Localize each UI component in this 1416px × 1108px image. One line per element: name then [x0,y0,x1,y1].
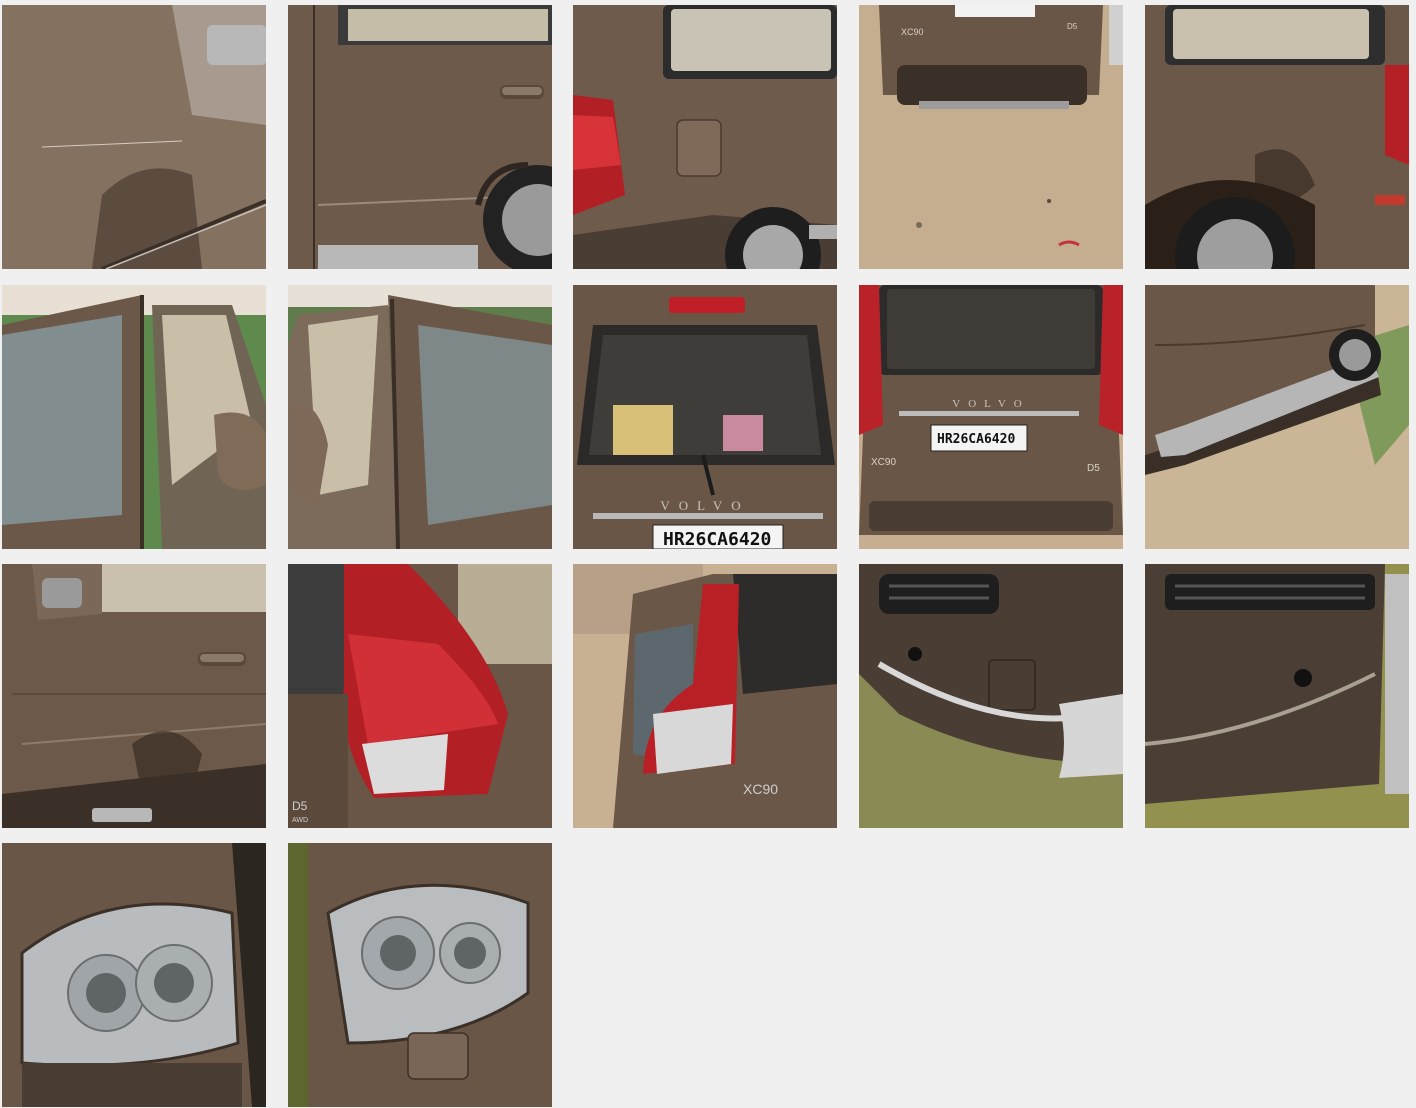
photo-tile-14[interactable] [859,564,1123,828]
tailgate-full-photo: VOLVO HR26CA6420 XC90 D5 [859,285,1123,549]
photo-tile-17[interactable] [288,843,552,1107]
photo-gallery: XC90 D5 VOLVO HR26CA6420 VOLVO HR26CA642… [0,0,1416,1108]
brand-badge-2: VOLVO [952,398,1030,410]
brand-badge: VOLVO [660,498,749,513]
drive-badge: AWD [292,817,308,824]
front-door-panel-photo [2,564,266,828]
photo-tile-7[interactable] [288,285,552,549]
driver-door-mirror-photo [2,285,266,549]
passenger-door-mirror-photo [288,285,552,549]
headlight-right-photo [288,843,552,1107]
model-badge-2: XC90 [743,781,778,797]
photo-tile-11[interactable] [2,564,266,828]
photo-tile-6[interactable] [2,285,266,549]
taillight-badge-photo: D5 AWD [288,564,552,828]
rear-corner-model-badge-photo: XC90 [573,564,837,828]
rear-window-plate-photo: VOLVO HR26CA6420 [573,285,837,549]
photo-tile-13[interactable]: XC90 [573,564,837,828]
side-step-photo [1145,285,1409,549]
svg-text:XC90: XC90 [901,27,924,37]
svg-text:D5: D5 [1067,22,1078,31]
photo-tile-8[interactable]: VOLVO HR26CA6420 [573,285,837,549]
photo-tile-9[interactable]: VOLVO HR26CA6420 XC90 D5 [859,285,1123,549]
front-bumper-left-photo [859,564,1123,828]
door-panel-scratch-photo [2,5,266,269]
photo-tile-15[interactable] [1145,564,1409,828]
engine-badge-2: D5 [292,799,308,813]
photo-tile-10[interactable] [1145,285,1409,549]
photo-tile-5[interactable] [1145,5,1409,269]
license-plate-text: HR26CA6420 [663,529,771,549]
fuel-cap-and-taillight-photo [573,5,837,269]
rear-bumper-ground-photo: XC90 D5 [859,5,1123,269]
photo-tile-16[interactable] [2,843,266,1107]
rear-door-handle-photo [288,5,552,269]
front-bumper-right-photo [1145,564,1409,828]
photo-tile-12[interactable]: D5 AWD [288,564,552,828]
rear-quarter-wheel-photo [1145,5,1409,269]
photo-tile-3[interactable] [573,5,837,269]
license-plate-text-2: HR26CA6420 [937,432,1015,447]
engine-badge: D5 [1087,463,1100,474]
model-badge: XC90 [871,457,896,468]
photo-tile-1[interactable] [2,5,266,269]
photo-tile-2[interactable] [288,5,552,269]
headlight-left-photo [2,843,266,1107]
photo-tile-4[interactable]: XC90 D5 [859,5,1123,269]
